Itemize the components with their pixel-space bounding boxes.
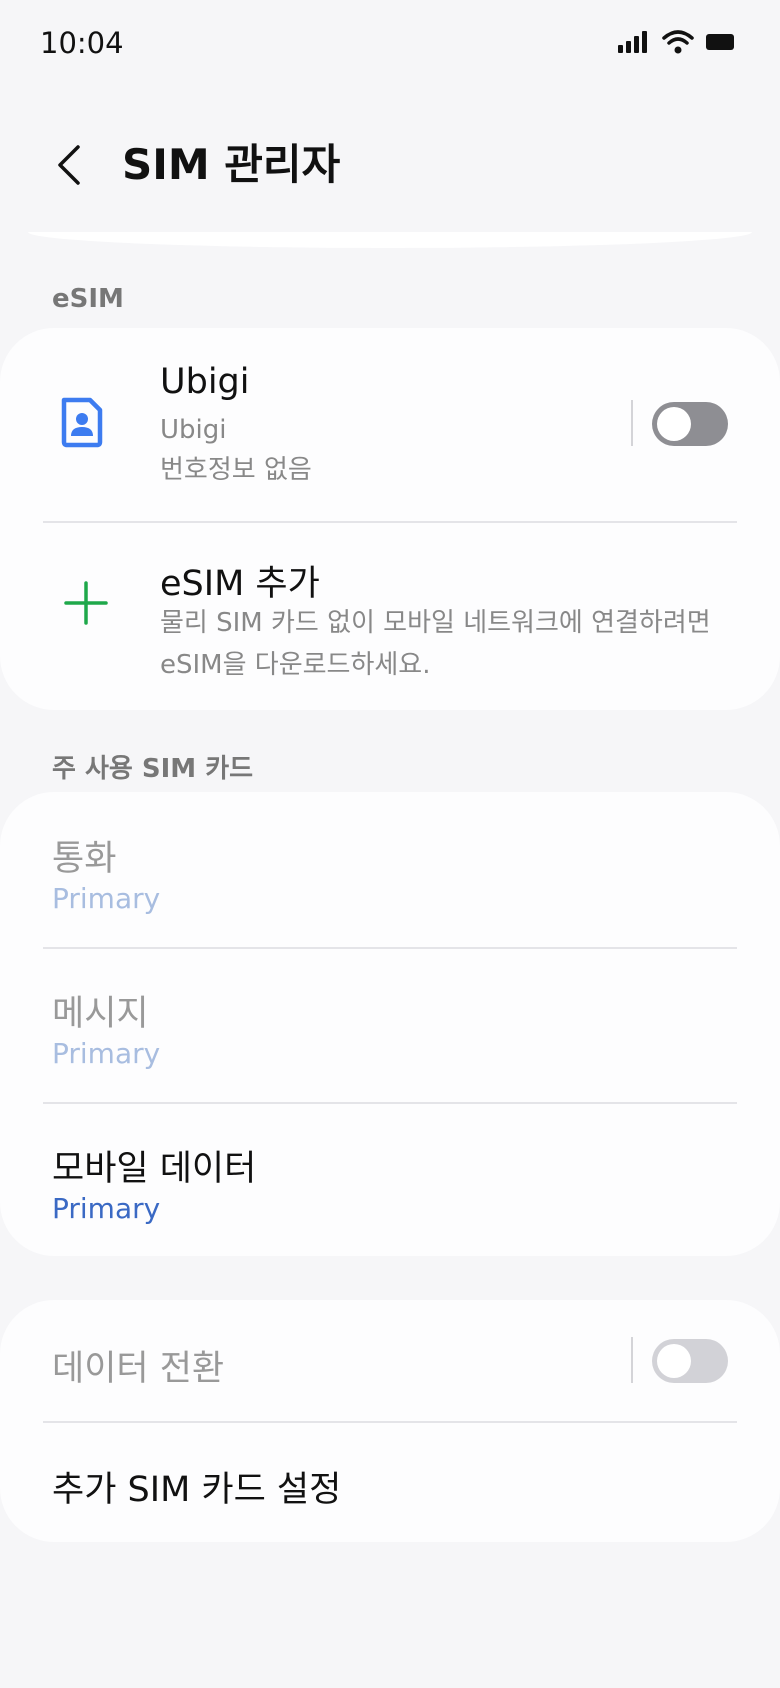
toggle-knob <box>657 1344 691 1378</box>
status-bar: 10:04 <box>0 0 780 86</box>
primary-mobile-data-item[interactable]: 모바일 데이터 Primary <box>0 1104 780 1256</box>
section-label-primary-sim: 주 사용 SIM 카드 <box>52 754 254 784</box>
mobile-data-title: 모바일 데이터 <box>52 1149 257 1189</box>
signal-icon <box>618 31 647 53</box>
esim-card: Ubigi Ubigi 번호정보 없음 eSIM 추가 물리 SIM 카드 없이… <box>0 328 780 710</box>
back-button[interactable] <box>44 138 94 192</box>
sim-toggle[interactable] <box>652 402 728 446</box>
sim-item-ubigi[interactable]: Ubigi Ubigi 번호정보 없음 <box>0 328 780 522</box>
more-settings-card: 데이터 전환 추가 SIM 카드 설정 <box>0 1300 780 1542</box>
app-bar: SIM 관리자 <box>0 120 780 210</box>
sim-name: Ubigi <box>160 362 250 402</box>
data-switch-item[interactable]: 데이터 전환 <box>0 1300 780 1421</box>
mobile-data-value: Primary <box>52 1192 161 1225</box>
extra-sim-settings-item[interactable]: 추가 SIM 카드 설정 <box>0 1423 780 1542</box>
status-icons <box>618 30 736 54</box>
calls-title: 통화 <box>52 839 117 879</box>
extra-sim-settings-title: 추가 SIM 카드 설정 <box>52 1470 342 1510</box>
sim-number: 번호정보 없음 <box>160 455 312 485</box>
plus-icon <box>64 581 108 625</box>
add-esim-item[interactable]: eSIM 추가 물리 SIM 카드 없이 모바일 네트워크에 연결하려면 eSI… <box>0 523 780 710</box>
status-time: 10:04 <box>40 26 124 60</box>
add-esim-title: eSIM 추가 <box>160 564 320 604</box>
sim-card-icon <box>61 397 103 448</box>
scroll-edge <box>28 232 752 248</box>
battery-icon <box>706 34 734 50</box>
toggle-knob <box>657 407 691 441</box>
data-switch-toggle[interactable] <box>652 1339 728 1383</box>
messages-title: 메시지 <box>52 994 149 1034</box>
toggle-divider <box>631 1337 633 1383</box>
primary-sim-card: 통화 Primary 메시지 Primary 모바일 데이터 Primary <box>0 792 780 1256</box>
add-esim-desc-line1: 물리 SIM 카드 없이 모바일 네트워크에 연결하려면 <box>160 608 711 638</box>
calls-value: Primary <box>52 882 161 915</box>
data-switch-title: 데이터 전환 <box>52 1349 225 1389</box>
page-title: SIM 관리자 <box>122 140 341 189</box>
toggle-divider <box>631 400 633 446</box>
messages-value: Primary <box>52 1037 161 1070</box>
sim-carrier: Ubigi <box>160 415 227 445</box>
chevron-left-icon <box>58 145 80 185</box>
primary-calls-item[interactable]: 통화 Primary <box>0 792 780 947</box>
section-label-esim: eSIM <box>52 284 124 314</box>
primary-messages-item[interactable]: 메시지 Primary <box>0 949 780 1102</box>
wifi-icon <box>662 30 694 54</box>
add-esim-desc-line2: eSIM을 다운로드하세요. <box>160 650 431 680</box>
